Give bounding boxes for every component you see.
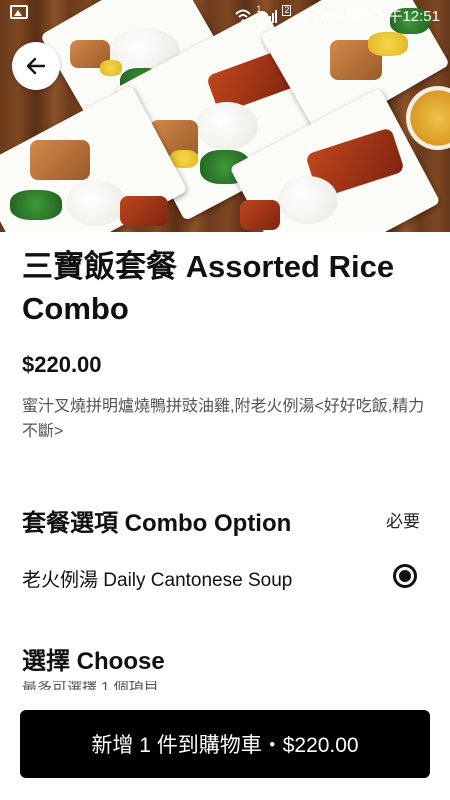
signal-icon	[266, 9, 278, 23]
status-bar: 1 2 73% 下午12:51	[0, 0, 450, 28]
sim2-label: 2	[282, 5, 292, 16]
option-row-soup[interactable]: 老火例湯 Daily Cantonese Soup	[0, 556, 450, 598]
bottom-bar: 新增 1 件到購物車・$220.00	[0, 694, 450, 800]
char-siu	[240, 200, 280, 230]
battery-percent: 73%	[312, 7, 343, 24]
back-button[interactable]	[12, 42, 60, 90]
item-price: $220.00	[22, 352, 102, 377]
clock: 下午12:51	[372, 8, 440, 25]
hero-food-image	[0, 0, 450, 232]
egg	[368, 32, 408, 56]
item-description: 蜜汁叉燒拼明爐燒鴨拼豉油雞,附老火例湯<好好吃飯,精力不斷>	[22, 398, 425, 440]
radio-selected-icon[interactable]	[393, 564, 417, 588]
rice	[278, 176, 338, 224]
choose-section-title: 選擇 Choose	[22, 648, 165, 675]
chicken	[30, 140, 90, 180]
choose-subtitle-text: 最多可選擇 1 個項目	[22, 681, 159, 690]
soup-bowl	[406, 86, 450, 150]
item-title: 三寶飯套餐 Assorted Rice Combo	[22, 249, 395, 326]
wifi-icon	[235, 9, 252, 23]
option-label: 老火例湯 Daily Cantonese Soup	[22, 570, 293, 591]
rice	[196, 102, 258, 150]
rice	[66, 180, 126, 226]
egg	[100, 60, 122, 76]
vegetables	[10, 190, 62, 220]
combo-section-title: 套餐選項 Combo Option	[22, 510, 292, 537]
choose-section-subtitle: 最多可選擇 1 個項目	[22, 681, 159, 690]
add-to-cart-button[interactable]: 新增 1 件到購物車・$220.00	[20, 710, 430, 778]
image-icon	[10, 5, 28, 19]
char-siu	[120, 196, 168, 226]
required-badge: 必要	[386, 512, 420, 531]
signal-icon	[296, 9, 308, 23]
battery-icon	[347, 10, 370, 21]
sim1-label: 1	[256, 4, 262, 14]
arrow-left-icon	[26, 57, 46, 75]
